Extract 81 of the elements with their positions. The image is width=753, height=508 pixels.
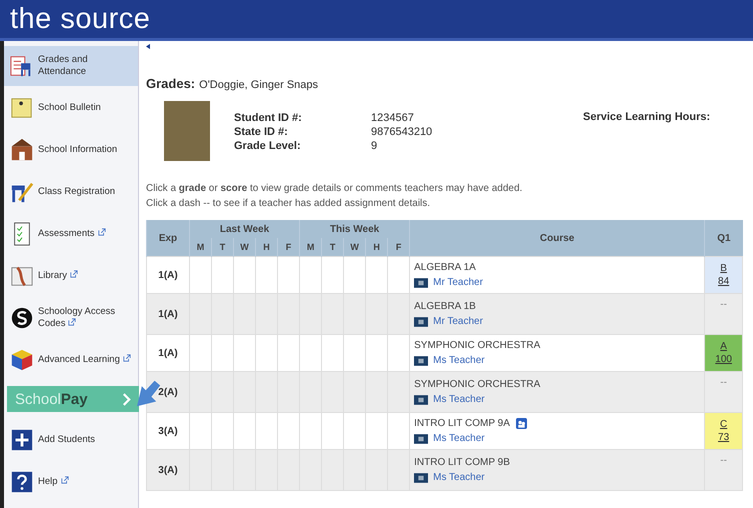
instruction-text: Click a dash -- to see if a teacher has added assignment details.: [146, 197, 432, 211]
sidebar-label: Library: [38, 270, 78, 282]
sidebar-item[interactable]: Help: [4, 462, 138, 502]
column-header: Last Week: [190, 220, 300, 238]
sidebar-label: Grades and Attendance: [38, 54, 89, 78]
instruction-text: Click a grade or score to view grade details or comments teachers may have added.: [146, 182, 524, 196]
sidebar-item[interactable]: Schoology Access Codes: [4, 298, 138, 338]
desk-icon: [10, 180, 34, 204]
field-value: 9: [371, 139, 378, 153]
sidebar-label: Assessments: [38, 228, 106, 240]
building-icon: [10, 138, 34, 162]
score-link[interactable]: 73: [718, 432, 730, 443]
book-icon: [10, 264, 34, 288]
column-header: This Week: [300, 220, 410, 238]
sidebar-label: Advanced Learning: [38, 354, 131, 366]
question-icon: [10, 470, 34, 494]
sidebar-label: Add Students: [38, 434, 96, 446]
day-header: T: [212, 238, 234, 256]
column-header: Course: [410, 220, 705, 256]
column-header: Q1: [704, 220, 743, 256]
period-cell: 1(A): [146, 294, 190, 334]
day-header: H: [256, 238, 278, 256]
collapse-icon[interactable]: [146, 43, 150, 50]
course-name: SYMPHONIC ORCHESTRA: [414, 340, 540, 351]
day-header: T: [322, 238, 344, 256]
day-header: M: [190, 238, 212, 256]
day-header: F: [388, 238, 410, 256]
teacher-link[interactable]: Ms Teacher: [433, 355, 485, 366]
field-label: Grade Level:: [234, 139, 302, 153]
grade-link[interactable]: A: [720, 341, 727, 352]
sidebar-item[interactable]: Grades and Attendance: [4, 46, 138, 86]
course-name: INTRO LIT COMP 9A: [414, 418, 510, 429]
sidebar-label: Class Registration: [38, 186, 116, 198]
grade-link[interactable]: B: [720, 263, 727, 274]
sidebar-item[interactable]: Assessments: [4, 214, 138, 254]
course-name: ALGEBRA 1A: [414, 262, 476, 273]
column-header: Exp: [146, 220, 190, 256]
student-name: O'Doggie, Ginger Snaps: [199, 79, 318, 91]
sidebar-label: School Information: [38, 144, 118, 156]
chevron-icon: [122, 392, 131, 406]
sidebar-item[interactable]: Add Students: [4, 420, 138, 460]
photo-placeholder: [164, 101, 210, 161]
sidebar-item[interactable]: School Information: [4, 130, 138, 170]
course-name: ALGEBRA 1B: [414, 301, 476, 312]
sidebar-item[interactable]: School Bulletin: [4, 88, 138, 128]
grades-heading: Grades:: [146, 76, 196, 91]
teacher-link[interactable]: Ms Teacher: [433, 433, 485, 444]
field-value: 1234567: [371, 111, 414, 125]
field-label: State ID #:: [234, 125, 289, 139]
site-title: the source: [10, 2, 150, 36]
sidebar-label: Help: [38, 476, 69, 488]
teacher-link[interactable]: Ms Teacher: [433, 472, 485, 483]
sidebar-item[interactable]: Library: [4, 256, 138, 296]
teacher-link[interactable]: Ms Teacher: [433, 394, 485, 405]
sidebar-label: Schoology Access Codes: [38, 306, 116, 330]
day-header: M: [300, 238, 322, 256]
teacher-link[interactable]: Mr Teacher: [433, 316, 483, 327]
course-name: SYMPHONIC ORCHESTRA: [414, 379, 540, 390]
letter-icon: [10, 306, 34, 330]
sidebar-item[interactable]: Class Registration: [4, 172, 138, 212]
day-header: W: [344, 238, 366, 256]
plus-icon: [10, 428, 34, 452]
period-cell: 1(A): [146, 256, 190, 294]
schoolpay-button[interactable]: SchoolPay: [7, 386, 139, 412]
cube-icon: [10, 348, 34, 372]
score-link[interactable]: 84: [718, 276, 730, 287]
score-link[interactable]: 100: [715, 354, 732, 365]
teacher-link[interactable]: Mr Teacher: [433, 277, 483, 288]
people-icon[interactable]: [516, 418, 527, 429]
day-header: F: [278, 238, 300, 256]
note-icon: [10, 96, 34, 120]
day-header: H: [366, 238, 388, 256]
period-cell: 3(A): [146, 450, 190, 490]
sidebar-label: School Bulletin: [38, 102, 101, 114]
grade-link[interactable]: C: [720, 419, 728, 430]
field-value: 9876543210: [371, 125, 432, 139]
day-header: W: [234, 238, 256, 256]
course-name: INTRO LIT COMP 9B: [414, 457, 510, 468]
service-hours-label: Service Learning Hours:: [583, 111, 710, 125]
sidebar-item[interactable]: Advanced Learning: [4, 340, 138, 380]
field-label: Student ID #:: [234, 111, 303, 125]
